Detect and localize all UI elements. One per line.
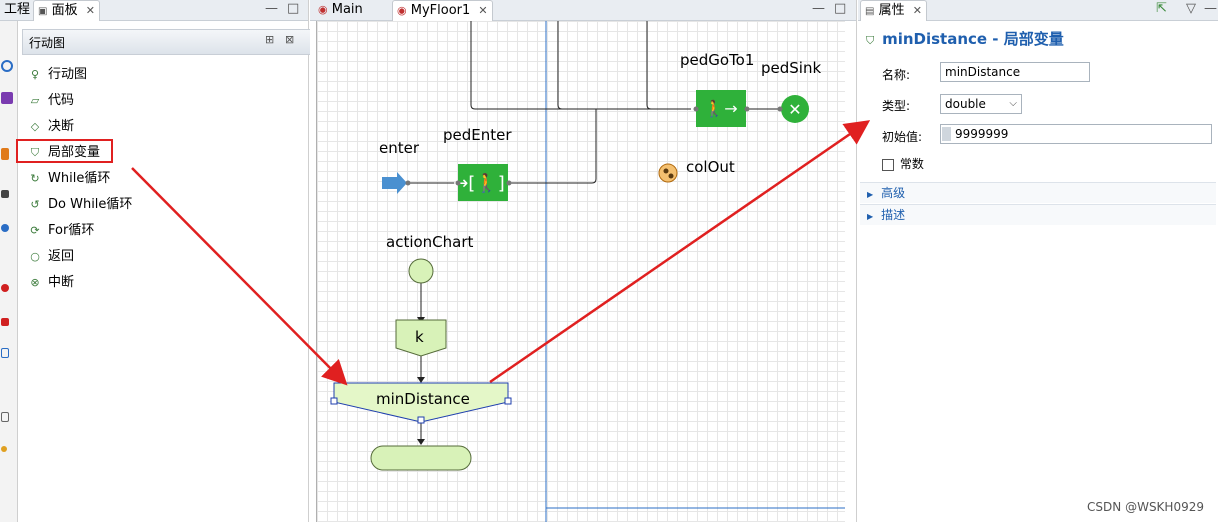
watermark-text: CSDN @WSKH0929 xyxy=(1087,500,1204,514)
annotation-arrow xyxy=(489,120,871,384)
annotation-arrow xyxy=(131,167,348,386)
annotation-overlay xyxy=(131,120,871,386)
